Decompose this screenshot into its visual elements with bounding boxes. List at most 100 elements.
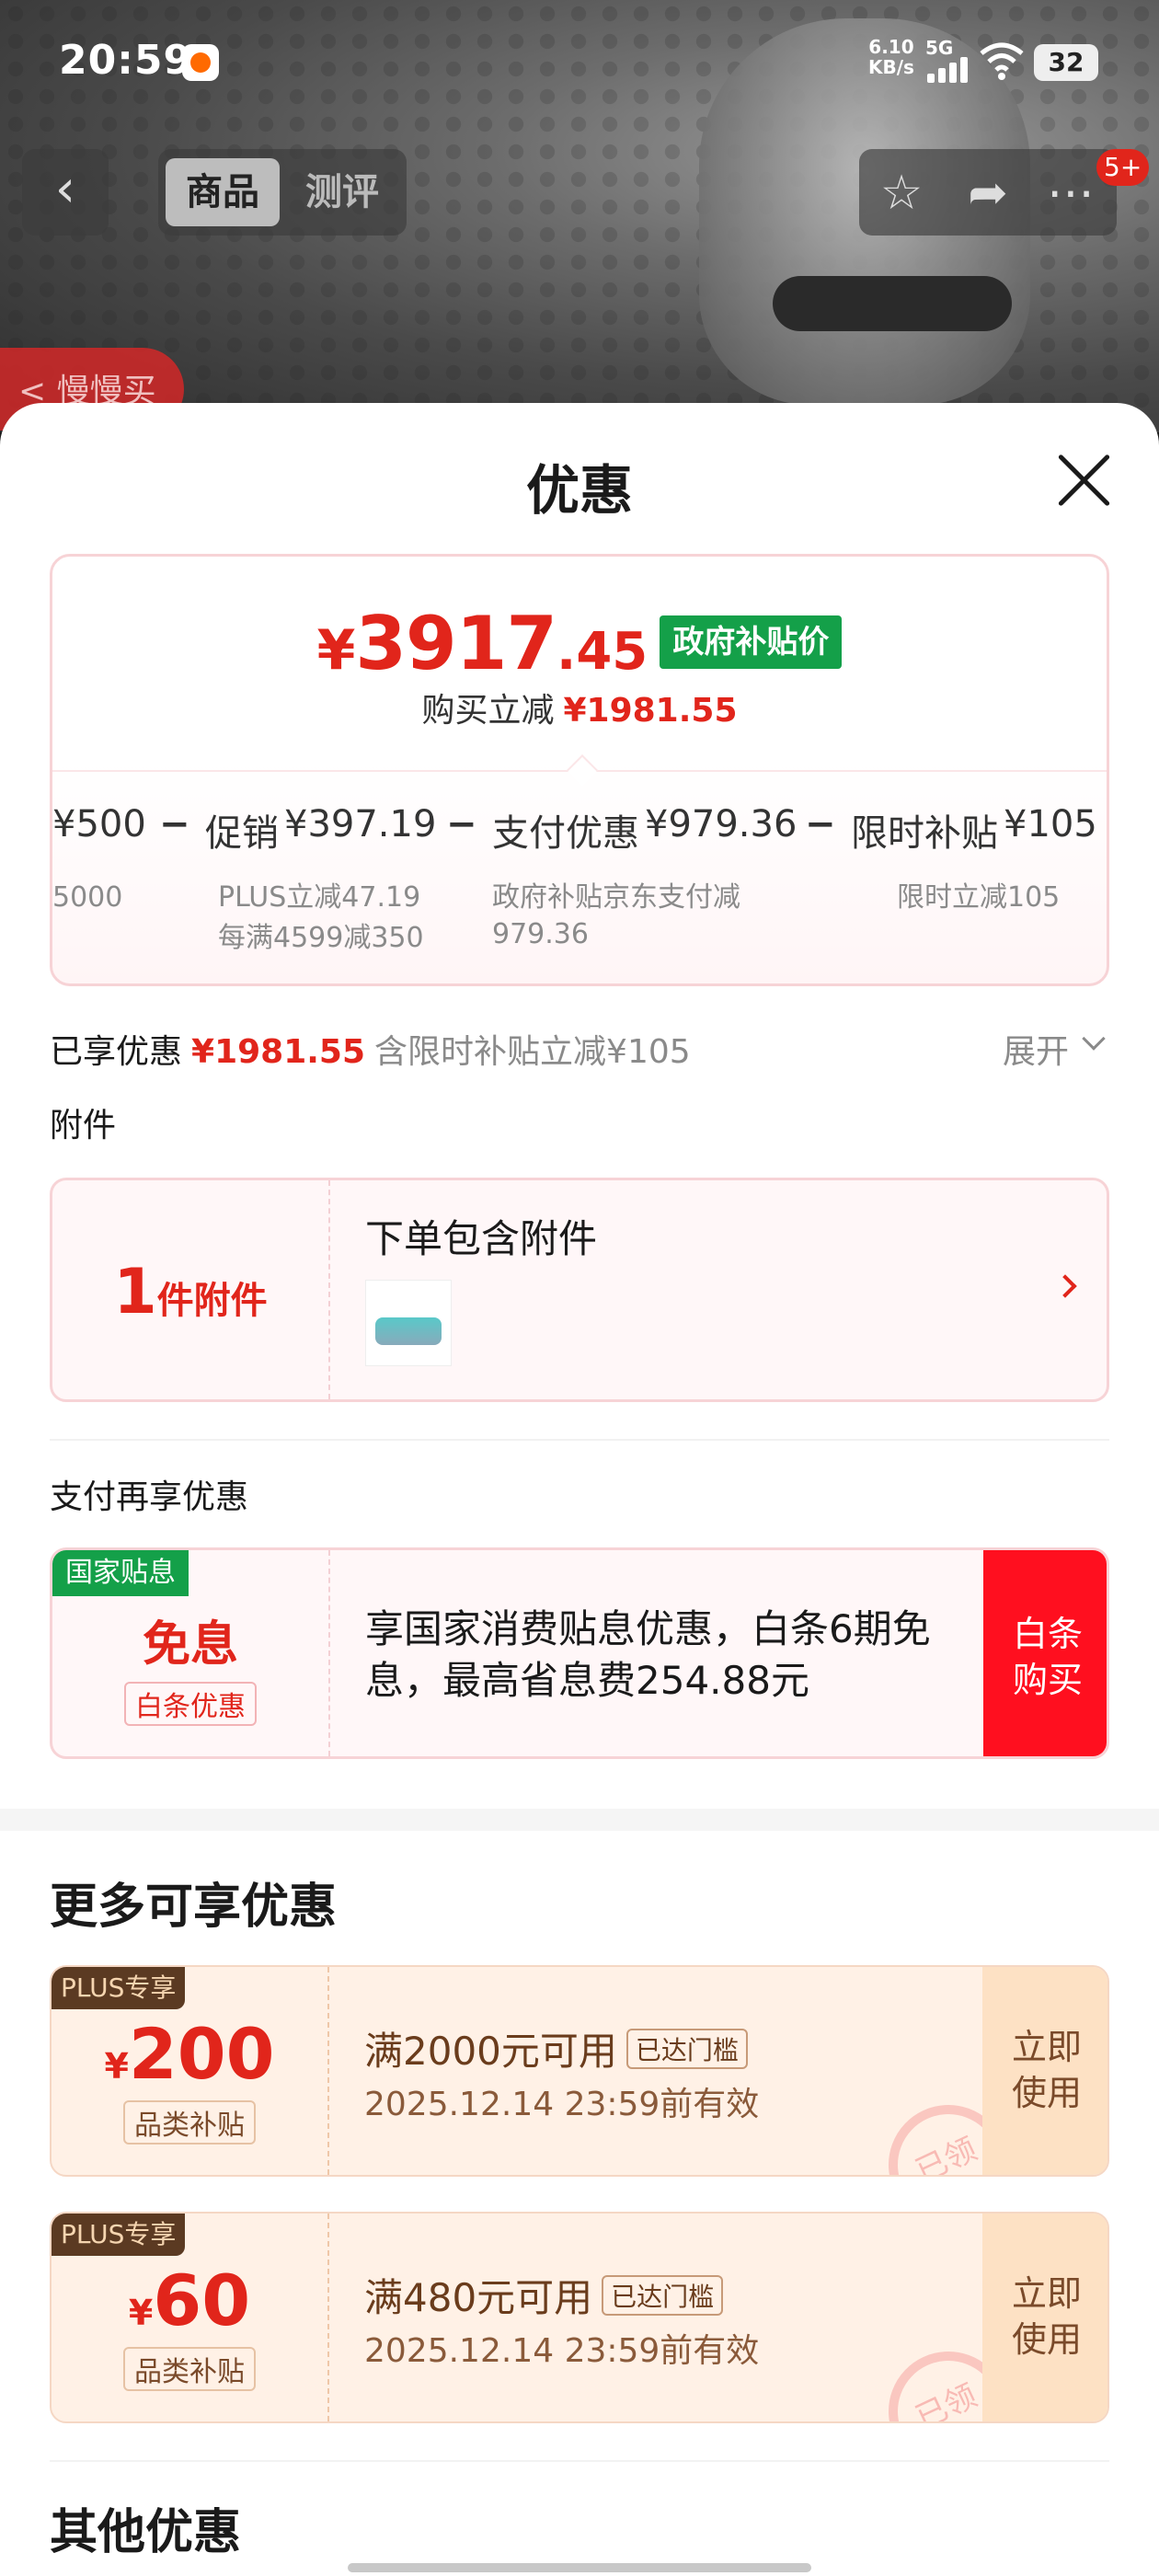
reduce-row: 购买立减 ¥1981.55 bbox=[52, 684, 1107, 731]
payment-offer-card: 国家贴息 免息 白条优惠 享国家消费贴息优惠，白条6期免息，最高省息费254.8… bbox=[50, 1547, 1109, 1759]
tab-product[interactable]: 商品 bbox=[166, 158, 280, 226]
wifi-icon bbox=[980, 42, 1024, 80]
message-badge: 5+ bbox=[1096, 149, 1150, 186]
coupon-category-tag: 品类补贴 bbox=[123, 2347, 256, 2391]
chevron-left-icon: ‹ bbox=[54, 159, 76, 219]
star-icon[interactable]: ☆ bbox=[874, 167, 929, 219]
formula-limited-value: ¥105 bbox=[1004, 803, 1097, 845]
coupon-condition: 满480元可用 已达门槛 bbox=[364, 2267, 724, 2323]
coupon-divider bbox=[327, 2214, 329, 2421]
formula-pay-label: 支付优惠 bbox=[492, 812, 639, 855]
formula-sub-limited: 限时立减105 bbox=[897, 881, 1061, 914]
coupon-category-tag: 品类补贴 bbox=[123, 2100, 256, 2145]
network-type: 5G bbox=[925, 37, 954, 59]
network-speed-unit: KB/s bbox=[868, 56, 914, 78]
threshold-reached-badge: 已达门槛 bbox=[625, 2029, 748, 2069]
formula-minus: − bbox=[805, 803, 836, 845]
use-coupon-button[interactable]: 立即 使用 bbox=[982, 2214, 1107, 2421]
price-integer: 3917 bbox=[355, 601, 557, 686]
payment-offer-description: 享国家消费贴息优惠，白条6期免息，最高省息费254.88元 bbox=[365, 1606, 931, 1703]
more-icon[interactable]: ⋯ bbox=[1043, 167, 1098, 219]
threshold-reached-badge: 已达门槛 bbox=[602, 2275, 724, 2316]
accessory-count: 1件附件 bbox=[52, 1180, 328, 1399]
discount-formula: ¥500 − 促销 ¥397.19 − 支付优惠 ¥979.36 − 限时补贴 … bbox=[52, 803, 1107, 858]
reduce-label: 购买立减 bbox=[421, 692, 555, 730]
baitiao-offer-tag: 白条优惠 bbox=[124, 1682, 257, 1726]
coupon-value: ¥200 品类补贴 bbox=[52, 2013, 327, 2145]
section-separator bbox=[0, 1809, 1159, 1831]
chevron-down-icon[interactable] bbox=[1082, 1027, 1106, 1051]
formula-promo-value: ¥397.19 bbox=[284, 803, 437, 845]
use-coupon-line1: 立即 bbox=[1011, 2027, 1082, 2067]
coupon-condition-text: 满480元可用 bbox=[364, 2275, 593, 2320]
accessory-section-title: 附件 bbox=[50, 1107, 117, 1144]
formula-sub-promo-full: 每满4599减350 bbox=[218, 922, 424, 954]
formula-limited-label: 限时补贴 bbox=[851, 812, 998, 855]
accessory-count-unit: 件附件 bbox=[156, 1280, 268, 1322]
more-offers-title: 更多可享优惠 bbox=[50, 1880, 338, 1935]
price-summary-card: ¥3917.45 政府补贴价 购买立减 ¥1981.55 ¥500 − 促销 ¥3… bbox=[50, 554, 1109, 986]
enjoyed-value: ¥1981.55 bbox=[191, 1033, 366, 1071]
status-bar: 20:59 6.10 KB/s 5G 32 bbox=[0, 0, 1159, 120]
formula-sub-pay: 政府补贴京东支付减 bbox=[492, 881, 740, 914]
nav-actions: ☆ ➦ ⋯ bbox=[859, 149, 1117, 236]
reduce-value: ¥1981.55 bbox=[563, 692, 738, 730]
plus-exclusive-tag: PLUS专享 bbox=[52, 1967, 186, 2009]
use-coupon-line1: 立即 bbox=[1011, 2273, 1082, 2314]
share-icon[interactable]: ➦ bbox=[960, 167, 1016, 219]
coupon-amount: 60 bbox=[153, 2260, 251, 2341]
other-offers-title: 其他优惠 bbox=[50, 2505, 242, 2560]
status-time: 20:59 bbox=[59, 37, 193, 84]
coupon-amount: 200 bbox=[128, 2013, 275, 2095]
enjoyed-note: 含限时补贴立减¥105 bbox=[374, 1033, 691, 1071]
price-decimal: .45 bbox=[557, 622, 648, 682]
coupon-value: ¥60 品类补贴 bbox=[52, 2260, 327, 2391]
formula-sub-first: 5000 bbox=[52, 881, 123, 914]
coupon-card: PLUS专享 ¥60 品类补贴 满480元可用 已达门槛 2025.12.14 2… bbox=[50, 2212, 1109, 2423]
use-coupon-button[interactable]: 立即 使用 bbox=[982, 1967, 1107, 2175]
coupon-expiry: 2025.12.14 23:59前有效 bbox=[364, 2332, 760, 2370]
expand-button[interactable]: 展开 bbox=[1003, 1025, 1069, 1073]
formula-sub-promo-plus: PLUS立减47.19 bbox=[218, 881, 421, 914]
use-coupon-line2: 使用 bbox=[1011, 2073, 1082, 2113]
national-interest-tag: 国家贴息 bbox=[52, 1550, 189, 1596]
formula-minus: − bbox=[159, 803, 190, 845]
use-coupon-line2: 使用 bbox=[1011, 2319, 1082, 2360]
enjoyed-label: 已享优惠 bbox=[50, 1033, 183, 1071]
product-image-armrest bbox=[773, 276, 1012, 331]
accessory-thumbnail bbox=[365, 1280, 452, 1366]
signal-icon bbox=[927, 57, 971, 83]
close-icon[interactable] bbox=[1052, 449, 1115, 512]
divider bbox=[50, 2460, 1109, 2462]
accessory-card[interactable]: 1件附件 下单包含附件 bbox=[50, 1178, 1109, 1402]
home-indicator[interactable] bbox=[348, 2563, 811, 2572]
coupon-expiry: 2025.12.14 23:59前有效 bbox=[364, 2086, 760, 2123]
coupon-card: PLUS专享 ¥200 品类补贴 满2000元可用 已达门槛 2025.12.14… bbox=[50, 1965, 1109, 2177]
gov-subsidy-tag: 政府补贴价 bbox=[660, 615, 843, 669]
discount-sheet: 优惠 ¥3917.45 政府补贴价 购买立减 ¥1981.55 ¥500 − 促销… bbox=[0, 403, 1159, 2576]
formula-pay-value: ¥979.36 bbox=[645, 803, 798, 845]
coupon-divider bbox=[327, 1967, 329, 2175]
back-button[interactable]: ‹ bbox=[22, 149, 109, 236]
enjoyed-discount: 已享优惠 ¥1981.55 含限时补贴立减¥105 bbox=[50, 1025, 691, 1073]
coupon-condition: 满2000元可用 已达门槛 bbox=[364, 2020, 748, 2076]
baitiao-buy-button[interactable]: 白条 购买 bbox=[983, 1550, 1107, 1756]
payment-section-title: 支付再享优惠 bbox=[50, 1478, 249, 1516]
final-price: ¥3917.45 政府补贴价 bbox=[52, 601, 1107, 686]
price-currency: ¥ bbox=[316, 618, 356, 683]
coupon-condition-text: 满2000元可用 bbox=[364, 2029, 617, 2074]
formula-promo-label: 促销 bbox=[205, 812, 279, 855]
accessory-count-number: 1 bbox=[113, 1256, 157, 1328]
product-tabs: 商品 测评 bbox=[158, 149, 407, 236]
formula-minus: − bbox=[446, 803, 477, 845]
payment-offer-left: 免息 白条优惠 bbox=[52, 1605, 328, 1726]
accessory-title: 下单包含附件 bbox=[365, 1216, 598, 1261]
coupon-currency: ¥ bbox=[128, 2293, 154, 2333]
payment-divider bbox=[328, 1550, 330, 1756]
divider bbox=[50, 1439, 1109, 1441]
chevron-right-icon[interactable] bbox=[1053, 1274, 1077, 1298]
interest-free-label: 免息 bbox=[142, 1617, 238, 1673]
network-speed: 6.10 KB/s bbox=[868, 37, 914, 77]
tab-review[interactable]: 测评 bbox=[285, 158, 399, 226]
baitiao-buy-line1: 白条 bbox=[1012, 1614, 1083, 1654]
